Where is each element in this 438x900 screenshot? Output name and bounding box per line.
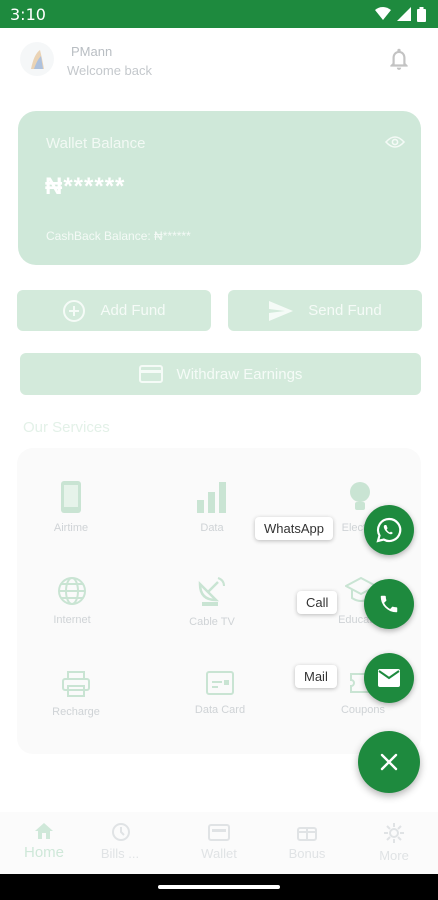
wallet-card: Wallet Balance ₦****** CashBack Balance:…	[18, 111, 421, 265]
send-icon	[269, 300, 294, 321]
signal-bars-icon	[197, 482, 226, 513]
withdraw-earnings-button[interactable]: Withdraw Earnings	[20, 353, 421, 395]
service-label: Airtime	[53, 522, 89, 534]
close-icon	[380, 753, 398, 771]
nav-label: Bonus	[288, 846, 326, 861]
home-gesture-handle[interactable]	[158, 885, 280, 889]
home-icon	[35, 823, 53, 839]
cell-signal-icon	[397, 7, 411, 21]
services-heading: Our Services	[23, 419, 110, 436]
add-circle-icon	[63, 299, 86, 322]
wallet-icon	[208, 824, 230, 841]
toggle-balance-button[interactable]	[384, 135, 406, 154]
cashback-balance: CashBack Balance: ₦******	[46, 229, 191, 243]
service-recharge[interactable]: Recharge	[21, 670, 131, 718]
nav-more[interactable]: More	[354, 822, 434, 863]
bell-icon	[390, 48, 408, 70]
service-label: Coupons	[340, 704, 386, 716]
whatsapp-label[interactable]: WhatsApp	[255, 517, 333, 540]
mail-button[interactable]	[364, 653, 414, 703]
avatar-image-icon	[20, 42, 54, 76]
lightbulb-icon	[350, 482, 370, 510]
notifications-button[interactable]	[386, 46, 412, 77]
status-time: 3:10	[10, 4, 46, 24]
add-fund-button[interactable]: Add Fund	[17, 290, 211, 331]
welcome-text: Welcome back	[67, 63, 153, 78]
call-button[interactable]	[364, 579, 414, 629]
credit-card-icon	[138, 365, 163, 383]
send-fund-label: Send Fund	[308, 302, 382, 319]
nav-wallet[interactable]: Wallet	[179, 822, 259, 861]
service-label: Data	[200, 522, 224, 534]
service-cable-tv[interactable]: Cable TV	[157, 574, 267, 628]
service-label: Cable TV	[189, 616, 235, 628]
service-data[interactable]: Data	[157, 480, 267, 534]
service-label: Data Card	[194, 704, 246, 716]
header: PMann Welcome back	[0, 28, 438, 92]
nav-home[interactable]: Home	[4, 822, 84, 861]
nav-label: Home	[23, 844, 64, 861]
phone-call-icon	[380, 595, 398, 613]
service-airtime[interactable]: Airtime	[16, 480, 126, 534]
printer-icon	[62, 671, 90, 697]
nav-label: Wallet	[201, 846, 237, 861]
service-label: Recharge	[52, 706, 100, 718]
nav-bills[interactable]: Bills ...	[80, 822, 160, 861]
history-icon	[112, 823, 130, 841]
mail-icon	[378, 669, 400, 687]
battery-icon	[417, 6, 426, 22]
nav-label: More	[379, 848, 409, 863]
withdraw-earnings-label: Withdraw Earnings	[176, 365, 303, 383]
card-icon	[206, 671, 234, 695]
add-fund-label: Add Fund	[100, 302, 166, 319]
call-label[interactable]: Call	[297, 591, 338, 614]
satellite-dish-icon	[198, 577, 225, 606]
service-internet[interactable]: Internet	[17, 576, 127, 626]
status-bar: 3:10	[0, 0, 438, 28]
service-label: Internet	[53, 614, 91, 626]
mail-label[interactable]: Mail	[295, 665, 337, 688]
eye-icon	[384, 136, 406, 148]
bottom-nav: Home Bills ... Wallet Bonus More	[0, 812, 438, 874]
whatsapp-icon	[376, 517, 402, 543]
gear-icon	[384, 823, 404, 843]
wifi-icon	[375, 7, 391, 20]
service-data-card[interactable]: Data Card	[165, 670, 275, 716]
services-grid: Airtime Data Electr... Internet Cable TV…	[17, 448, 421, 754]
send-fund-button[interactable]: Send Fund	[228, 290, 422, 331]
bonus-icon	[297, 827, 317, 841]
globe-icon	[58, 577, 86, 605]
nav-label: Bills ...	[100, 846, 140, 861]
user-name: PMann	[71, 44, 113, 59]
avatar[interactable]	[20, 42, 54, 76]
system-gesture-bar	[0, 874, 438, 900]
wallet-balance-amount: ₦******	[45, 173, 126, 200]
wallet-title: Wallet Balance	[46, 135, 146, 152]
whatsapp-button[interactable]	[364, 505, 414, 555]
nav-bonus[interactable]: Bonus	[267, 822, 347, 861]
phone-icon	[61, 481, 81, 513]
status-icons	[375, 6, 426, 22]
close-fab-button[interactable]	[358, 731, 420, 793]
